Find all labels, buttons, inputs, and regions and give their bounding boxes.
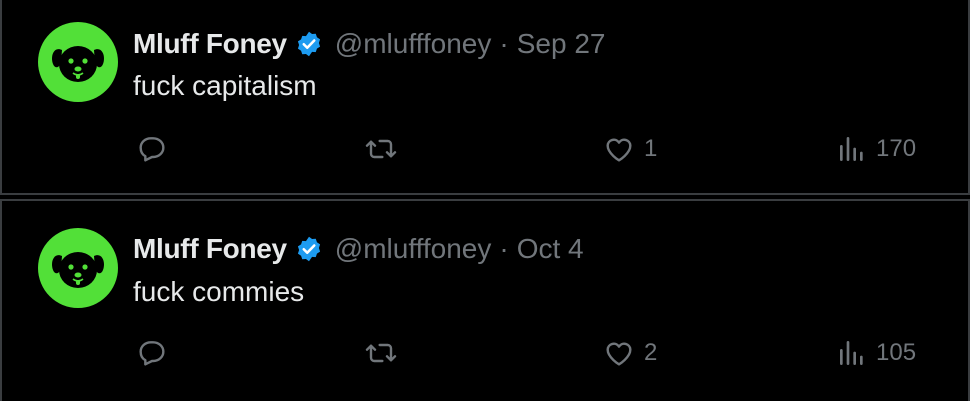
like-button[interactable]: 1 xyxy=(602,133,657,165)
reply-icon xyxy=(139,137,165,162)
like-button[interactable]: 2 xyxy=(602,337,657,369)
separator-dot: · xyxy=(499,28,509,59)
tweet-header: Mluff Foney @mlufffoney · Oct 4 xyxy=(133,232,584,266)
tweet-actions: 1 170 xyxy=(2,133,970,173)
tweet-date[interactable]: Sep 27 xyxy=(517,28,606,60)
retweet-icon xyxy=(365,343,397,363)
author-handle[interactable]: @mlufffoney xyxy=(335,28,492,60)
dog-avatar-icon xyxy=(52,46,104,82)
author-name[interactable]: Mluff Foney xyxy=(133,233,287,265)
tweet-text: fuck capitalism xyxy=(133,70,317,101)
tweet[interactable]: Mluff Foney @mlufffoney · Oct 4 fuck com… xyxy=(0,199,970,401)
retweet-icon xyxy=(365,139,397,159)
like-icon xyxy=(606,138,632,162)
verified-badge-icon xyxy=(297,236,320,262)
author-handle[interactable]: @mlufffoney xyxy=(335,233,492,265)
views-button[interactable]: 170 xyxy=(836,133,916,165)
views-icon xyxy=(840,341,863,365)
avatar[interactable] xyxy=(38,228,118,308)
view-count: 105 xyxy=(876,339,917,366)
separator-dot: · xyxy=(499,233,509,264)
like-count: 2 xyxy=(644,339,658,366)
retweet-button[interactable] xyxy=(364,337,406,369)
tweet-header: Mluff Foney @mlufffoney · Sep 27 xyxy=(133,27,605,61)
reply-button[interactable] xyxy=(136,337,176,369)
author-name[interactable]: Mluff Foney xyxy=(133,28,287,60)
like-count: 1 xyxy=(644,135,658,162)
views-icon xyxy=(840,137,863,161)
retweet-button[interactable] xyxy=(364,133,406,165)
tweet-date[interactable]: Oct 4 xyxy=(517,233,584,265)
avatar[interactable] xyxy=(38,22,118,102)
verified-badge-icon xyxy=(297,31,320,57)
reply-icon xyxy=(139,341,165,366)
tweet[interactable]: Mluff Foney @mlufffoney · Sep 27 fuck ca… xyxy=(0,0,970,195)
views-button[interactable]: 105 xyxy=(836,337,916,369)
tweet-text: fuck commies xyxy=(133,276,305,307)
view-count: 170 xyxy=(876,135,917,162)
like-icon xyxy=(606,342,632,366)
dog-avatar-icon xyxy=(52,252,104,288)
reply-button[interactable] xyxy=(136,133,176,165)
tweet-actions: 2 105 xyxy=(2,337,970,377)
